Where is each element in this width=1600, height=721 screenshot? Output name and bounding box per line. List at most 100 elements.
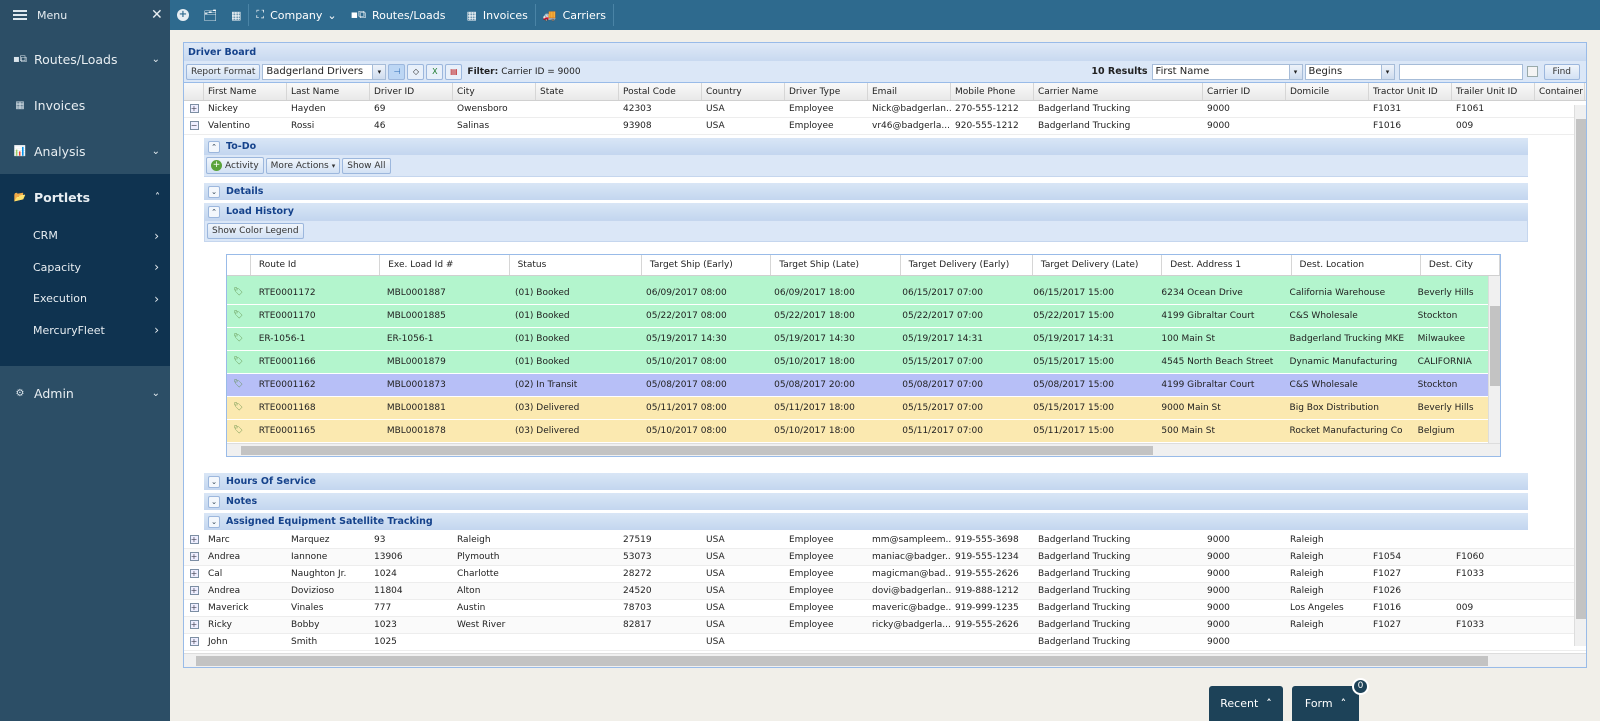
expand-icon[interactable]: ⌄ [208, 495, 220, 508]
expand-toggle[interactable]: + [184, 549, 204, 565]
show-all-button[interactable]: Show All [342, 157, 391, 174]
activity-button[interactable]: + Activity [206, 157, 264, 174]
load-row[interactable]: 🏷 RTE0001172 MBL0001887 (01) Booked 06/09/20… [227, 282, 1488, 305]
load-row[interactable]: 🏷 RTE0001165 MBL0001878 (03) Delivered 05/10… [227, 420, 1488, 443]
load-row[interactable]: 🏷 RTE0001170 MBL0001885 (01) Booked 05/22/20… [227, 305, 1488, 328]
table-row[interactable]: + Marc Marquez 93 Raleigh 27519 USA Employee mm@… [184, 532, 1586, 549]
expand-toggle[interactable]: + [184, 617, 204, 633]
column-header[interactable]: Status [510, 255, 642, 275]
expand-icon[interactable]: + [189, 552, 199, 561]
expand-icon[interactable]: ⌄ [208, 515, 220, 528]
table-row[interactable]: + Andrea Dovizioso 11804 Alton 24520 USA Employ… [184, 583, 1586, 600]
sidebar-subitem-execution[interactable]: Execution › [0, 283, 170, 315]
sidebar-subitem-capacity[interactable]: Capacity › [0, 252, 170, 284]
show-color-legend-button[interactable]: Show Color Legend [207, 223, 304, 239]
expand-icon[interactable]: + [189, 586, 199, 595]
column-header[interactable]: Dest. City [1421, 255, 1500, 275]
expand-icon[interactable]: + [189, 603, 199, 612]
column-header[interactable]: Target Delivery (Late) [1033, 255, 1163, 275]
recent-button[interactable]: Recent ˄ [1209, 686, 1283, 721]
pdf-export-button[interactable]: ▤ [445, 63, 463, 80]
column-header[interactable]: First Name [204, 83, 287, 100]
load-grid-hscroll[interactable] [227, 443, 1500, 456]
section-details[interactable]: ⌄ Details [204, 183, 1528, 200]
column-header[interactable]: Target Delivery (Early) [901, 255, 1033, 275]
collapse-icon[interactable]: ⌃ [208, 205, 220, 218]
close-icon[interactable]: ✕ [151, 7, 163, 23]
expand-icon[interactable]: ⌄ [208, 185, 220, 198]
column-header[interactable]: Carrier ID [1203, 83, 1286, 100]
route-tag-icon[interactable]: 🏷 [227, 374, 251, 396]
search-field-select[interactable]: First Name ▾ [1151, 63, 1303, 80]
table-row[interactable]: + John Smith 1025 USA Badgerland Trucking 9000 [184, 634, 1586, 651]
expand-icon[interactable]: + [189, 637, 199, 646]
column-header[interactable]: Container [1535, 83, 1585, 100]
more-actions-button[interactable]: More Actions ▾ [265, 157, 341, 174]
expand-toggle[interactable]: + [184, 634, 204, 650]
report-format-button[interactable]: Report Format [186, 63, 261, 80]
case-checkbox[interactable] [1526, 66, 1538, 77]
tag-button[interactable]: ◇ [407, 63, 425, 80]
expand-toggle[interactable]: + [184, 532, 204, 548]
find-button[interactable]: Find [1543, 63, 1580, 80]
column-header[interactable]: Trailer Unit ID [1452, 83, 1535, 100]
route-tag-icon[interactable]: 🏷 [227, 351, 251, 373]
column-header[interactable]: Route Id [251, 255, 381, 275]
route-tag-icon[interactable]: 🏷 [227, 397, 251, 419]
load-grid-vscroll[interactable] [1488, 276, 1500, 444]
column-header[interactable]: Target Ship (Late) [771, 255, 901, 275]
collapse-icon[interactable]: − [189, 121, 199, 130]
route-tag-icon[interactable]: 🏷 [227, 305, 251, 327]
expand-icon[interactable]: + [189, 620, 199, 629]
sidebar-item-invoices[interactable]: ▦ Invoices [0, 82, 170, 128]
route-tag-icon[interactable]: 🏷 [227, 282, 251, 304]
table-row[interactable]: − Valentino Rossi 46 Salinas 93908 USA Employee… [184, 118, 1586, 135]
load-row[interactable]: 🏷 RTE0001168 MBL0001881 (03) Delivered 05/11… [227, 397, 1488, 420]
column-header[interactable]: Target Ship (Early) [642, 255, 772, 275]
load-row[interactable]: 🏷 ER-1056-1 ER-1056-1 (01) Booked 05/19/2017… [227, 328, 1488, 351]
expand-icon[interactable]: + [189, 569, 199, 578]
column-header[interactable]: Mobile Phone [951, 83, 1034, 100]
form-button[interactable]: Form ˄ [1292, 686, 1359, 721]
section-todo[interactable]: ⌃ To-Do [204, 138, 1528, 155]
section-load-history[interactable]: ⌃ Load History [204, 203, 1528, 220]
column-header[interactable]: Dest. Address 1 [1162, 255, 1292, 275]
column-header[interactable]: Last Name [287, 83, 370, 100]
column-header[interactable]: Email [868, 83, 951, 100]
company-menu[interactable]: ⛶ Company ⌄ [249, 0, 343, 30]
table-row[interactable]: + Ricky Bobby 1023 West River 82817 USA Employe… [184, 617, 1586, 634]
driver-grid-vscroll[interactable] [1574, 105, 1586, 646]
driver-grid-hscroll[interactable] [184, 653, 1586, 667]
column-header[interactable]: Postal Code [619, 83, 702, 100]
section-hours-of-service[interactable]: ⌄ Hours Of Service [204, 473, 1528, 490]
column-header[interactable]: Dest. Location [1292, 255, 1421, 275]
column-header[interactable]: Tractor Unit ID [1369, 83, 1452, 100]
pin-button[interactable]: ⊣ [388, 63, 406, 80]
load-row[interactable]: 🏷 RTE0001166 MBL0001879 (01) Booked 05/10/20… [227, 351, 1488, 374]
column-header[interactable]: City [453, 83, 536, 100]
add-button[interactable]: + [170, 0, 196, 30]
scroll-thumb[interactable] [1490, 306, 1500, 386]
sidebar-item-analysis[interactable]: 📊 Analysis ⌄ [0, 128, 170, 174]
expand-toggle[interactable]: + [184, 566, 204, 582]
sidebar-subitem-crm[interactable]: CRM › [0, 220, 170, 252]
invoices-link[interactable]: ▦ Invoices [452, 0, 534, 30]
folder-link-button[interactable]: 🗂 [196, 0, 224, 30]
search-input[interactable] [1398, 63, 1523, 80]
sidebar-item-portlets[interactable]: 📂 Portlets ˄ [0, 174, 170, 220]
expand-toggle[interactable]: + [184, 600, 204, 616]
table-row[interactable]: + Cal Naughton Jr. 1024 Charlotte 28272 USA Emp… [184, 566, 1586, 583]
scroll-thumb[interactable] [196, 656, 1488, 666]
section-tracking[interactable]: ⌄ Assigned Equipment Satellite Tracking [204, 513, 1528, 530]
expand-icon[interactable]: ⌄ [208, 475, 220, 488]
collapse-icon[interactable]: ⌃ [208, 140, 220, 153]
table-row[interactable]: + Maverick Vinales 777 Austin 78703 USA Employe… [184, 600, 1586, 617]
column-header[interactable]: Domicile [1286, 83, 1369, 100]
route-tag-icon[interactable]: 🏷 [227, 328, 251, 350]
scroll-thumb[interactable] [1576, 119, 1586, 619]
table-row[interactable]: + Nickey Hayden 69 Owensboro 42303 USA Employee… [184, 101, 1586, 118]
sidebar-item-routes-loads[interactable]: ▪⧉ Routes/Loads ⌄ [0, 36, 170, 82]
collapse-icon[interactable]: + [189, 104, 199, 113]
expand-toggle[interactable]: − [184, 118, 204, 134]
section-notes[interactable]: ⌄ Notes [204, 493, 1528, 510]
